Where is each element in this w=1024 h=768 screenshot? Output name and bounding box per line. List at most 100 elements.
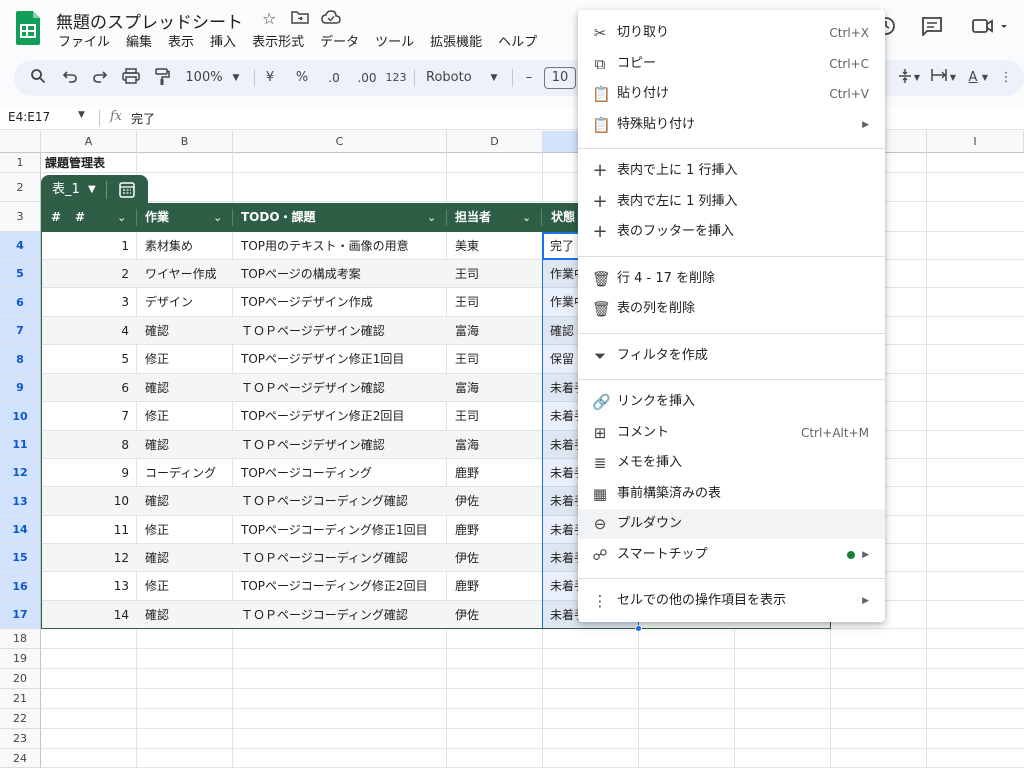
row-header-10[interactable]: 10 xyxy=(0,402,41,431)
chevron-down-icon[interactable]: ▼ xyxy=(948,68,958,88)
chevron-down-icon[interactable]: ▼ xyxy=(88,175,96,205)
menu-help[interactable]: ヘルプ xyxy=(490,34,545,52)
row-header-24[interactable]: 24 xyxy=(0,749,41,768)
chevron-down-icon[interactable]: ⌄ xyxy=(522,203,531,232)
sheets-logo-icon[interactable] xyxy=(14,10,42,46)
menu-item-filter[interactable]: ⏷ フィルタを作成 xyxy=(578,341,885,371)
task-cell[interactable]: デザイン xyxy=(145,288,231,317)
row-number-cell[interactable]: 3 xyxy=(41,288,129,317)
todo-cell[interactable]: ＴＯＰページコーディング確認 xyxy=(241,487,445,516)
row-header-14[interactable]: 14 xyxy=(0,516,41,544)
row-header-16[interactable]: 16 xyxy=(0,572,41,601)
percent-format-button[interactable]: % xyxy=(294,68,310,88)
owner-cell[interactable]: 伊佐 xyxy=(455,487,541,516)
owner-cell[interactable]: 鹿野 xyxy=(455,572,541,601)
owner-cell[interactable]: 王司 xyxy=(455,288,541,317)
row-header-23[interactable]: 23 xyxy=(0,729,41,749)
meet-video-icon[interactable] xyxy=(972,16,1010,41)
row-header-8[interactable]: 8 xyxy=(0,345,41,374)
table-name-chip[interactable]: 表_1 ▼ xyxy=(41,175,148,205)
owner-cell[interactable]: 鹿野 xyxy=(455,516,541,544)
owner-cell[interactable]: 王司 xyxy=(455,402,541,431)
row-number-cell[interactable]: 14 xyxy=(41,601,129,629)
decrease-decimal-button[interactable]: .0 xyxy=(324,68,344,88)
print-icon[interactable] xyxy=(120,68,142,88)
chevron-down-icon[interactable]: ⌄ xyxy=(213,203,222,232)
row-header-17[interactable]: 17 xyxy=(0,601,41,629)
cloud-saved-icon[interactable] xyxy=(321,9,341,29)
zoom-select[interactable]: 100% xyxy=(182,68,226,88)
task-cell[interactable]: 確認 xyxy=(145,374,231,402)
todo-cell[interactable]: TOPページコーディング修正2回目 xyxy=(241,572,445,601)
owner-cell[interactable]: 王司 xyxy=(455,345,541,374)
menu-item-plus[interactable]: + 表のフッターを挿入 xyxy=(578,217,885,247)
table-name[interactable]: 表_1 xyxy=(52,175,80,205)
menu-item-paste[interactable]: 📋 貼り付け Ctrl+V xyxy=(578,79,885,109)
star-icon[interactable]: ☆ xyxy=(262,9,276,28)
paint-format-icon[interactable] xyxy=(152,68,172,88)
font-size-input[interactable]: 10 xyxy=(544,67,576,89)
menu-extensions[interactable]: 拡張機能 xyxy=(422,34,490,52)
todo-cell[interactable]: ＴＯＰページデザイン確認 xyxy=(241,374,445,402)
table-header-status[interactable]: 状態 xyxy=(551,203,575,232)
row-number-cell[interactable]: 8 xyxy=(41,431,129,459)
font-family-select[interactable]: Roboto xyxy=(426,68,482,88)
owner-cell[interactable]: 富海 xyxy=(455,374,541,402)
owner-cell[interactable]: 伊佐 xyxy=(455,544,541,572)
menu-item-plus[interactable]: + 表内で上に 1 行挿入 xyxy=(578,156,885,186)
row-number-cell[interactable]: 12 xyxy=(41,544,129,572)
row-header-7[interactable]: 7 xyxy=(0,317,41,345)
todo-cell[interactable]: ＴＯＰページデザイン確認 xyxy=(241,317,445,345)
select-all-corner[interactable] xyxy=(0,131,41,153)
row-number-cell[interactable]: 5 xyxy=(41,345,129,374)
column-header-i[interactable]: I xyxy=(927,131,1024,153)
menu-edit[interactable]: 編集 xyxy=(118,34,160,52)
search-icon[interactable] xyxy=(28,68,48,88)
text-wrap-icon[interactable] xyxy=(928,68,950,88)
todo-cell[interactable]: TOPページデザイン作成 xyxy=(241,288,445,317)
task-cell[interactable]: コーディング xyxy=(145,459,231,487)
row-number-cell[interactable]: 9 xyxy=(41,459,129,487)
row-header-20[interactable]: 20 xyxy=(0,669,41,689)
formula-input[interactable]: 完了 xyxy=(131,110,155,127)
row-header-15[interactable]: 15 xyxy=(0,544,41,572)
task-cell[interactable]: 修正 xyxy=(145,345,231,374)
todo-cell[interactable]: ＴＯＰページデザイン確認 xyxy=(241,431,445,459)
todo-cell[interactable]: TOPページの構成考案 xyxy=(241,260,445,288)
todo-cell[interactable]: ＴＯＰページコーディング確認 xyxy=(241,601,445,629)
more-options-icon[interactable]: ⋮ xyxy=(998,68,1014,88)
row-header-1[interactable]: 1 xyxy=(0,153,41,173)
table-header-todo[interactable]: TODO・課題 xyxy=(241,203,316,232)
owner-cell[interactable]: 王司 xyxy=(455,260,541,288)
menu-item-trash[interactable]: 🗑 表の列を削除 xyxy=(578,294,885,324)
owner-cell[interactable]: 美東 xyxy=(455,232,541,260)
task-cell[interactable]: 確認 xyxy=(145,601,231,629)
owner-cell[interactable]: 鹿野 xyxy=(455,459,541,487)
column-header-a[interactable]: A xyxy=(41,131,137,153)
menu-item-dropdown-chip[interactable]: ⊖ プルダウン xyxy=(578,509,885,539)
todo-cell[interactable]: ＴＯＰページコーディング確認 xyxy=(241,544,445,572)
chevron-down-icon[interactable]: ▼ xyxy=(912,68,922,88)
column-header-b[interactable]: B xyxy=(137,131,233,153)
task-cell[interactable]: 修正 xyxy=(145,516,231,544)
row-number-cell[interactable]: 11 xyxy=(41,516,129,544)
menu-view[interactable]: 表示 xyxy=(160,34,202,52)
increase-decimal-button[interactable]: .00 xyxy=(354,68,380,88)
redo-icon[interactable] xyxy=(90,68,110,88)
row-header-11[interactable]: 11 xyxy=(0,431,41,459)
menu-data[interactable]: データ xyxy=(312,34,367,52)
row-header-5[interactable]: 5 xyxy=(0,260,41,288)
menu-item-prebuilt-table[interactable]: ▦ 事前構築済みの表 xyxy=(578,479,885,509)
row-header-6[interactable]: 6 xyxy=(0,288,41,317)
currency-format-button[interactable]: ¥ xyxy=(262,68,278,88)
table-header-owner[interactable]: 担当者 xyxy=(455,203,491,232)
menu-item-more-vert[interactable]: ⋮ セルでの他の操作項目を表示 ▶ xyxy=(578,586,885,616)
menu-tools[interactable]: ツール xyxy=(367,34,422,52)
selection-fill-handle[interactable] xyxy=(635,625,642,632)
row-number-cell[interactable]: 13 xyxy=(41,572,129,601)
table-header-num[interactable]: # xyxy=(75,203,85,232)
sheet-title-cell[interactable]: 課題管理表 xyxy=(45,153,105,173)
chevron-down-icon[interactable]: ⌄ xyxy=(117,203,126,232)
name-box-chevron-icon[interactable]: ▼ xyxy=(78,110,85,120)
row-number-cell[interactable]: 4 xyxy=(41,317,129,345)
